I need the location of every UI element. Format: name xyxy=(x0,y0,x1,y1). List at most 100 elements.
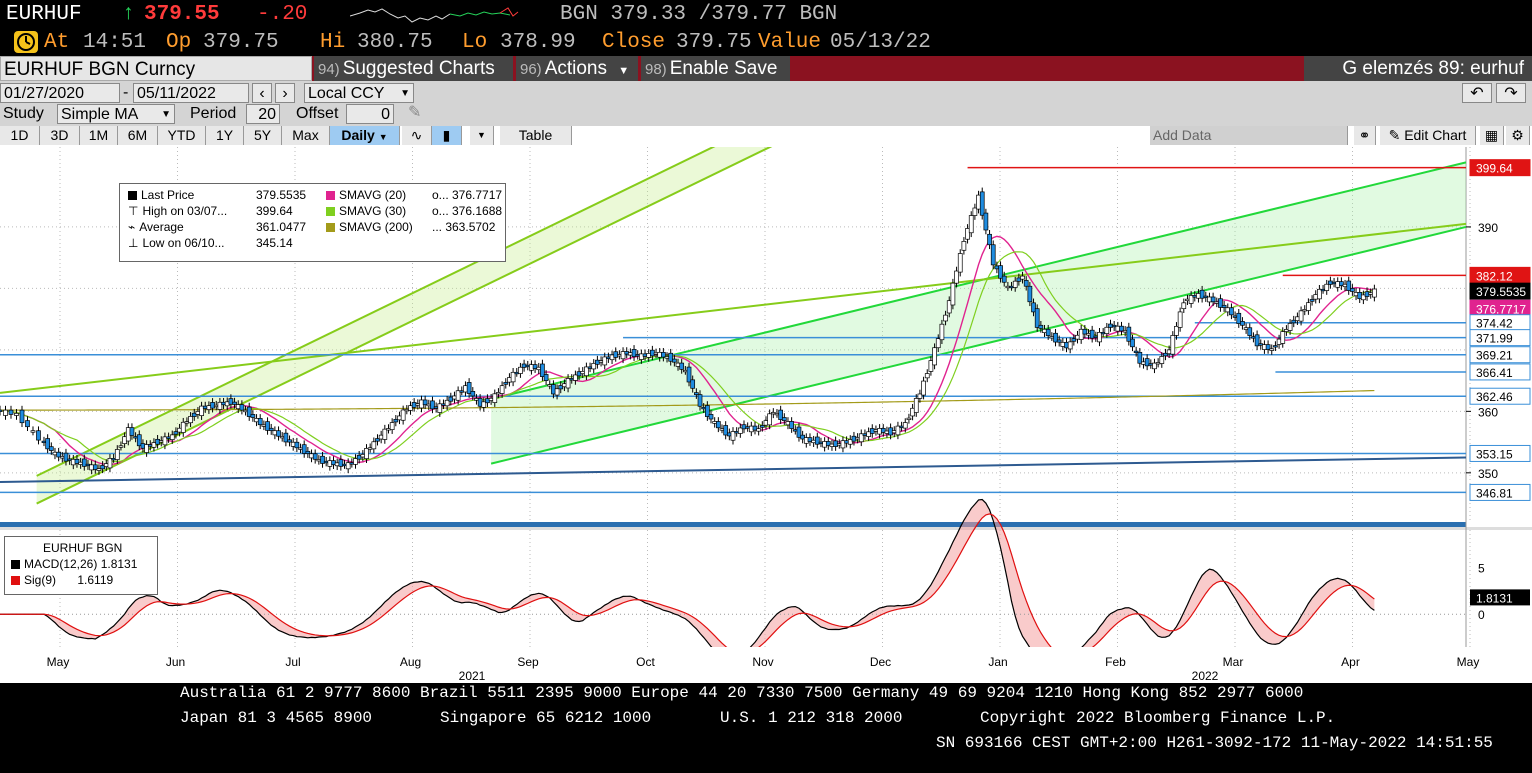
candle-body xyxy=(312,453,318,460)
candle-body xyxy=(382,428,388,440)
candle-body xyxy=(268,427,274,431)
candle-body xyxy=(543,374,549,381)
table-button[interactable]: Table xyxy=(500,126,572,145)
gear-icon[interactable]: ⚙ xyxy=(1506,126,1530,145)
candle-body xyxy=(14,412,19,416)
candle-body xyxy=(902,422,908,429)
candle-body xyxy=(114,449,120,460)
candle-body xyxy=(19,409,25,424)
close-label: Close xyxy=(602,31,666,54)
candle-body xyxy=(1045,328,1051,336)
candle-body xyxy=(979,191,985,216)
security-field[interactable]: EURHUF BGN Curncy xyxy=(0,56,312,81)
candle-body xyxy=(990,244,996,266)
candle-body xyxy=(1170,335,1176,355)
candle-body xyxy=(1056,339,1062,343)
price-legend: Last Price 379.5535 ⊤ High on 03/07... 39… xyxy=(119,183,506,262)
study-label: Study xyxy=(3,105,44,122)
add-data-input[interactable]: Add Data xyxy=(1150,126,1348,145)
tab-max[interactable]: Max xyxy=(282,126,330,145)
candle-body xyxy=(250,414,256,418)
candle-body xyxy=(1034,308,1040,328)
open-value: 379.75 xyxy=(203,31,279,54)
frequency-select[interactable]: Daily ▼ xyxy=(330,126,400,145)
next-arrow-button[interactable]: › xyxy=(275,83,295,103)
clock-icon[interactable] xyxy=(14,31,38,53)
date-from-field[interactable]: 01/27/2020 xyxy=(0,83,120,103)
enable-save-button[interactable]: 98) Enable Save xyxy=(641,56,790,81)
candle-body xyxy=(1273,345,1278,348)
tab-1y[interactable]: 1Y xyxy=(206,126,244,145)
suggested-charts-button[interactable]: 94) Suggested Charts xyxy=(314,56,513,81)
line-chart-icon[interactable]: ∿ xyxy=(402,126,432,145)
value-date: 05/13/22 xyxy=(830,31,931,54)
candle-body xyxy=(188,416,193,424)
legend-low: ⊥ Low on 06/10... xyxy=(128,236,225,250)
candle-body xyxy=(287,439,292,443)
candle-body xyxy=(759,425,765,428)
price-label-362.46: 362.46 xyxy=(1476,390,1513,404)
tab-6m[interactable]: 6M xyxy=(118,126,158,145)
candle-chart-icon[interactable]: ▮ xyxy=(432,126,462,145)
pencil-icon[interactable]: ✎ xyxy=(408,103,421,123)
candle-body xyxy=(697,394,703,407)
candle-body xyxy=(257,418,263,426)
candle-body xyxy=(1280,331,1286,344)
candle-body xyxy=(294,441,300,449)
price-label-382.12: 382.12 xyxy=(1476,269,1513,283)
candle-body xyxy=(954,270,959,284)
sparkline-icon xyxy=(350,7,519,23)
candle-body xyxy=(36,430,41,441)
candle-body xyxy=(0,409,3,412)
price-label-369.21: 369.21 xyxy=(1476,349,1513,363)
candle-body xyxy=(1350,288,1355,292)
candle-body xyxy=(690,379,696,389)
tab-1d[interactable]: 1D xyxy=(0,126,40,145)
legend-sma30-value: o... 376.1688 xyxy=(432,204,503,218)
candle-body xyxy=(518,366,523,374)
legend-sma200-value: ... 363.5702 xyxy=(432,220,496,234)
bid-ask: BGN 379.33 /379.77 BGN xyxy=(560,3,838,26)
period-label: Period xyxy=(190,105,237,122)
value-label: Value xyxy=(758,31,822,54)
x-month-label: Sep xyxy=(517,655,539,669)
tab-ytd[interactable]: YTD xyxy=(158,126,206,145)
legend-sma20: SMAVG (20) xyxy=(326,188,406,202)
candle-body xyxy=(1181,302,1187,310)
candle-body xyxy=(961,241,967,251)
period-input[interactable]: 20 xyxy=(246,104,280,124)
actions-menu-button[interactable]: 96) Actions ▼ xyxy=(516,56,638,81)
candle-body xyxy=(1269,348,1275,351)
legend-last-price-value: 379.5535 xyxy=(256,188,307,202)
macd-legend-title: EURHUF BGN xyxy=(43,541,123,555)
study-select[interactable]: Simple MA ▼ xyxy=(57,104,175,124)
chart-settings-icon[interactable]: ▦ xyxy=(1480,126,1504,145)
undo-icon[interactable]: ↶ xyxy=(1462,83,1492,103)
price-label-399.64: 399.64 xyxy=(1476,162,1513,176)
candle-body xyxy=(939,323,945,341)
link-icon[interactable]: ⚭ xyxy=(1354,126,1376,145)
footer-copyright: Copyright 2022 Bloomberg Finance L.P. xyxy=(980,709,1336,727)
chart-type-dropdown-icon[interactable]: ▼ xyxy=(470,126,494,145)
date-to-field[interactable]: 05/11/2022 xyxy=(133,83,249,103)
candle-body xyxy=(672,358,677,363)
price-label-366.41: 366.41 xyxy=(1476,366,1513,380)
candle-body xyxy=(400,409,406,421)
price-label-376.7717: 376.7717 xyxy=(1476,302,1526,316)
prev-arrow-button[interactable]: ‹ xyxy=(252,83,272,103)
candle-body xyxy=(1247,327,1253,336)
up-arrow-icon: ↑ xyxy=(122,3,135,26)
candle-body xyxy=(305,450,311,454)
at-time: 14:51 xyxy=(83,31,147,54)
tab-3d[interactable]: 3D xyxy=(40,126,80,145)
tab-1m[interactable]: 1M xyxy=(80,126,118,145)
footer-us: U.S. 1 212 318 2000 xyxy=(720,709,903,727)
price-change: -.20 xyxy=(257,3,308,26)
macd-last-label: 1.8131 xyxy=(1476,591,1513,605)
candle-body xyxy=(1221,304,1227,308)
offset-input[interactable]: 0 xyxy=(346,104,394,124)
redo-icon[interactable]: ↷ xyxy=(1496,83,1526,103)
tab-5y[interactable]: 5Y xyxy=(244,126,282,145)
currency-select[interactable]: Local CCY ▼ xyxy=(304,83,414,103)
edit-chart-button[interactable]: ✎ Edit Chart xyxy=(1380,126,1476,145)
